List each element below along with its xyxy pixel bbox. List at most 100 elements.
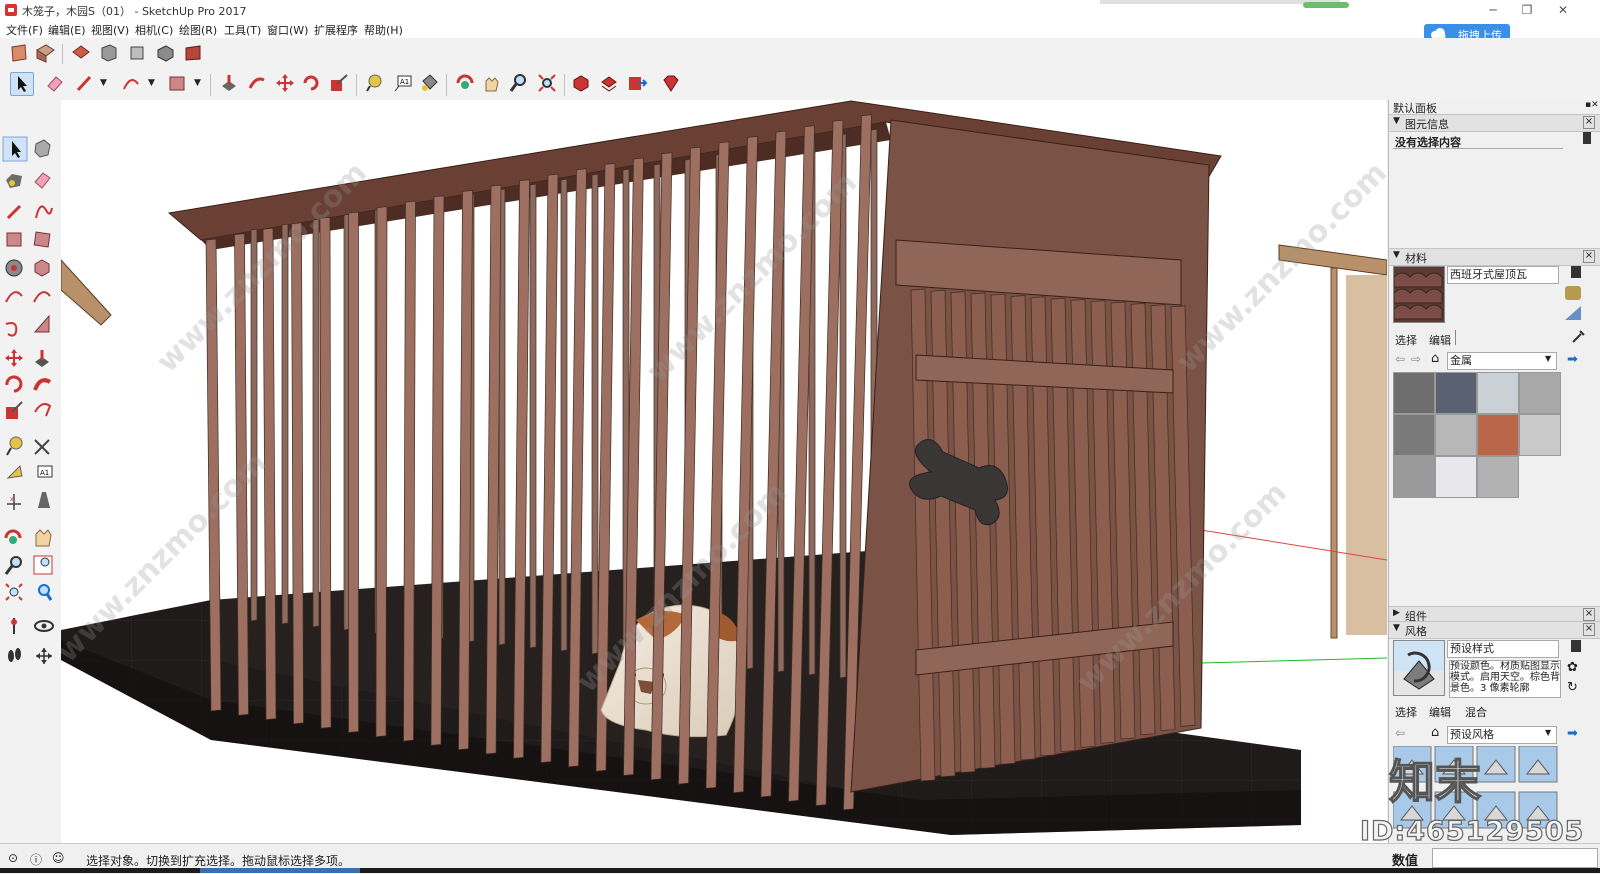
menu-help[interactable]: 帮助(H) — [364, 22, 403, 38]
default-material-icon[interactable] — [1565, 306, 1581, 320]
material-swatch[interactable] — [1435, 456, 1477, 498]
chevron-down-icon[interactable]: ▼ — [148, 78, 155, 88]
measurements-input[interactable] — [1432, 848, 1598, 868]
cage-slat — [348, 211, 359, 733]
styles-panel-header[interactable]: ▼ 风格 × — [1389, 621, 1600, 639]
close-button[interactable]: ✕ — [1548, 2, 1578, 18]
send-to-layout-icon[interactable] — [626, 72, 648, 94]
top-view-icon[interactable] — [70, 42, 92, 64]
browser-toggle-icon[interactable] — [1571, 640, 1581, 652]
material-swatch[interactable] — [1519, 414, 1561, 456]
cage-slat — [312, 218, 320, 628]
scale-tool-icon[interactable] — [328, 72, 350, 94]
details-arrow-icon[interactable]: ➡ — [1567, 726, 1578, 741]
menu-window[interactable]: 窗口(W) — [267, 22, 308, 38]
material-swatch[interactable] — [1519, 372, 1561, 414]
material-swatch[interactable] — [1393, 456, 1435, 498]
right-view-icon[interactable] — [126, 42, 148, 64]
browser-toggle-icon[interactable] — [1571, 266, 1581, 278]
close-icon[interactable]: × — [1583, 116, 1595, 129]
material-swatch[interactable] — [1435, 372, 1477, 414]
material-preview-swatch — [1393, 266, 1445, 323]
chevron-down-icon[interactable]: ▼ — [194, 78, 201, 88]
front-view-icon[interactable] — [98, 42, 120, 64]
material-name-field[interactable]: 西班牙式屋顶瓦 — [1447, 266, 1559, 284]
eyedropper-icon[interactable] — [1571, 328, 1587, 347]
zoom-extents-tool-icon[interactable] — [536, 72, 558, 94]
close-icon[interactable]: × — [1583, 623, 1595, 636]
materials-tab-select[interactable]: 选择 — [1395, 332, 1417, 348]
forward-arrow-icon[interactable]: ⇨ — [1411, 352, 1421, 366]
credits-icon[interactable]: ⓘ — [30, 851, 42, 868]
move-tool-icon[interactable] — [274, 72, 296, 94]
pan-tool-icon[interactable] — [480, 72, 502, 94]
user-icon[interactable]: ☺ — [52, 851, 65, 865]
measurements-box[interactable]: 数值 — [1388, 846, 1600, 870]
style-library-select[interactable]: 预设风格 — [1447, 726, 1557, 744]
create-style-icon[interactable]: ✿ — [1567, 660, 1578, 675]
entity-info-panel-header[interactable]: ▼ 图元信息 × — [1389, 114, 1600, 132]
materials-tab-edit[interactable]: 编辑 — [1429, 332, 1451, 348]
menu-edit[interactable]: 编辑(E) — [48, 22, 86, 38]
select-tool-icon[interactable] — [10, 72, 34, 96]
maximize-button[interactable]: ❐ — [1512, 2, 1542, 18]
getting-started-icon[interactable] — [8, 42, 30, 64]
chevron-down-icon[interactable]: ▼ — [1545, 354, 1551, 363]
close-icon[interactable]: × — [1583, 608, 1595, 621]
material-swatch[interactable] — [1393, 414, 1435, 456]
back-arrow-icon[interactable]: ⇦ — [1395, 352, 1405, 366]
home-icon[interactable]: ⌂ — [1431, 725, 1439, 740]
tape-measure-tool-icon[interactable] — [364, 72, 386, 94]
material-swatch[interactable] — [1435, 414, 1477, 456]
minimize-button[interactable]: ─ — [1478, 2, 1508, 18]
create-material-icon[interactable] — [1565, 286, 1581, 300]
iso-view-icon[interactable] — [34, 42, 56, 64]
menu-tools[interactable]: 工具(T) — [224, 22, 261, 38]
menu-view[interactable]: 视图(V) — [91, 22, 129, 38]
chevron-down-icon[interactable]: ▼ — [100, 78, 107, 88]
styles-tab-select[interactable]: 选择 — [1395, 704, 1417, 720]
pin-icon[interactable]: ▪✕ — [1585, 100, 1599, 110]
materials-panel-header[interactable]: ▼ 材料 × — [1389, 248, 1600, 266]
chevron-down-icon[interactable]: ▼ — [1545, 728, 1551, 737]
material-swatch[interactable] — [1477, 414, 1519, 456]
update-style-icon[interactable]: ↻ — [1567, 680, 1578, 695]
material-swatch[interactable] — [1477, 456, 1519, 498]
menu-draw[interactable]: 绘图(R) — [179, 22, 217, 38]
back-view-icon[interactable] — [154, 42, 176, 64]
home-icon[interactable]: ⌂ — [1431, 351, 1439, 366]
3d-warehouse-icon[interactable] — [570, 72, 592, 94]
close-icon[interactable]: × — [1583, 250, 1595, 263]
text-tool-icon[interactable]: A1 — [392, 72, 414, 94]
push-pull-tool-icon[interactable] — [218, 72, 240, 94]
back-arrow-icon[interactable]: ⇦ — [1395, 726, 1405, 740]
follow-me-tool-icon[interactable] — [246, 72, 268, 94]
geolocation-icon[interactable]: ⊙ — [8, 851, 18, 865]
menu-file[interactable]: 文件(F) — [6, 22, 43, 38]
os-taskbar — [0, 868, 1600, 873]
menu-camera[interactable]: 相机(C) — [135, 22, 173, 38]
extension-manager-icon[interactable] — [660, 72, 682, 94]
orbit-tool-icon[interactable] — [454, 72, 476, 94]
details-toggle-icon[interactable] — [1583, 132, 1591, 144]
paint-bucket-tool-icon[interactable] — [418, 72, 440, 94]
left-view-icon[interactable] — [182, 42, 204, 64]
material-swatch[interactable] — [1477, 372, 1519, 414]
styles-tab-mix[interactable]: 混合 — [1465, 704, 1487, 720]
extension-warehouse-icon[interactable] — [598, 72, 620, 94]
drawing-area-viewport[interactable]: www.znzmo.com www.znzmo.com www.znzmo.co… — [61, 100, 1387, 843]
styles-tab-edit[interactable]: 编辑 — [1429, 704, 1451, 720]
line-tool-icon[interactable] — [74, 72, 96, 94]
material-swatch[interactable] — [1393, 372, 1435, 414]
details-arrow-icon[interactable]: ➡ — [1567, 352, 1578, 367]
arc-tool-icon[interactable] — [120, 72, 142, 94]
style-description[interactable]: 预设颜色。材质贴图显示模式。启用天空。棕色背景色。3 像素轮廓 — [1449, 660, 1561, 698]
menu-extensions[interactable]: 扩展程序 — [314, 22, 358, 38]
style-name-field[interactable]: 预设样式 — [1447, 640, 1559, 658]
eraser-tool-icon[interactable] — [44, 72, 66, 94]
cage-slat — [403, 200, 416, 742]
rectangle-tool-icon[interactable] — [166, 72, 188, 94]
zoom-tool-icon[interactable] — [508, 72, 530, 94]
rotate-tool-icon[interactable] — [300, 72, 322, 94]
material-library-select[interactable]: 金属 — [1447, 352, 1557, 370]
